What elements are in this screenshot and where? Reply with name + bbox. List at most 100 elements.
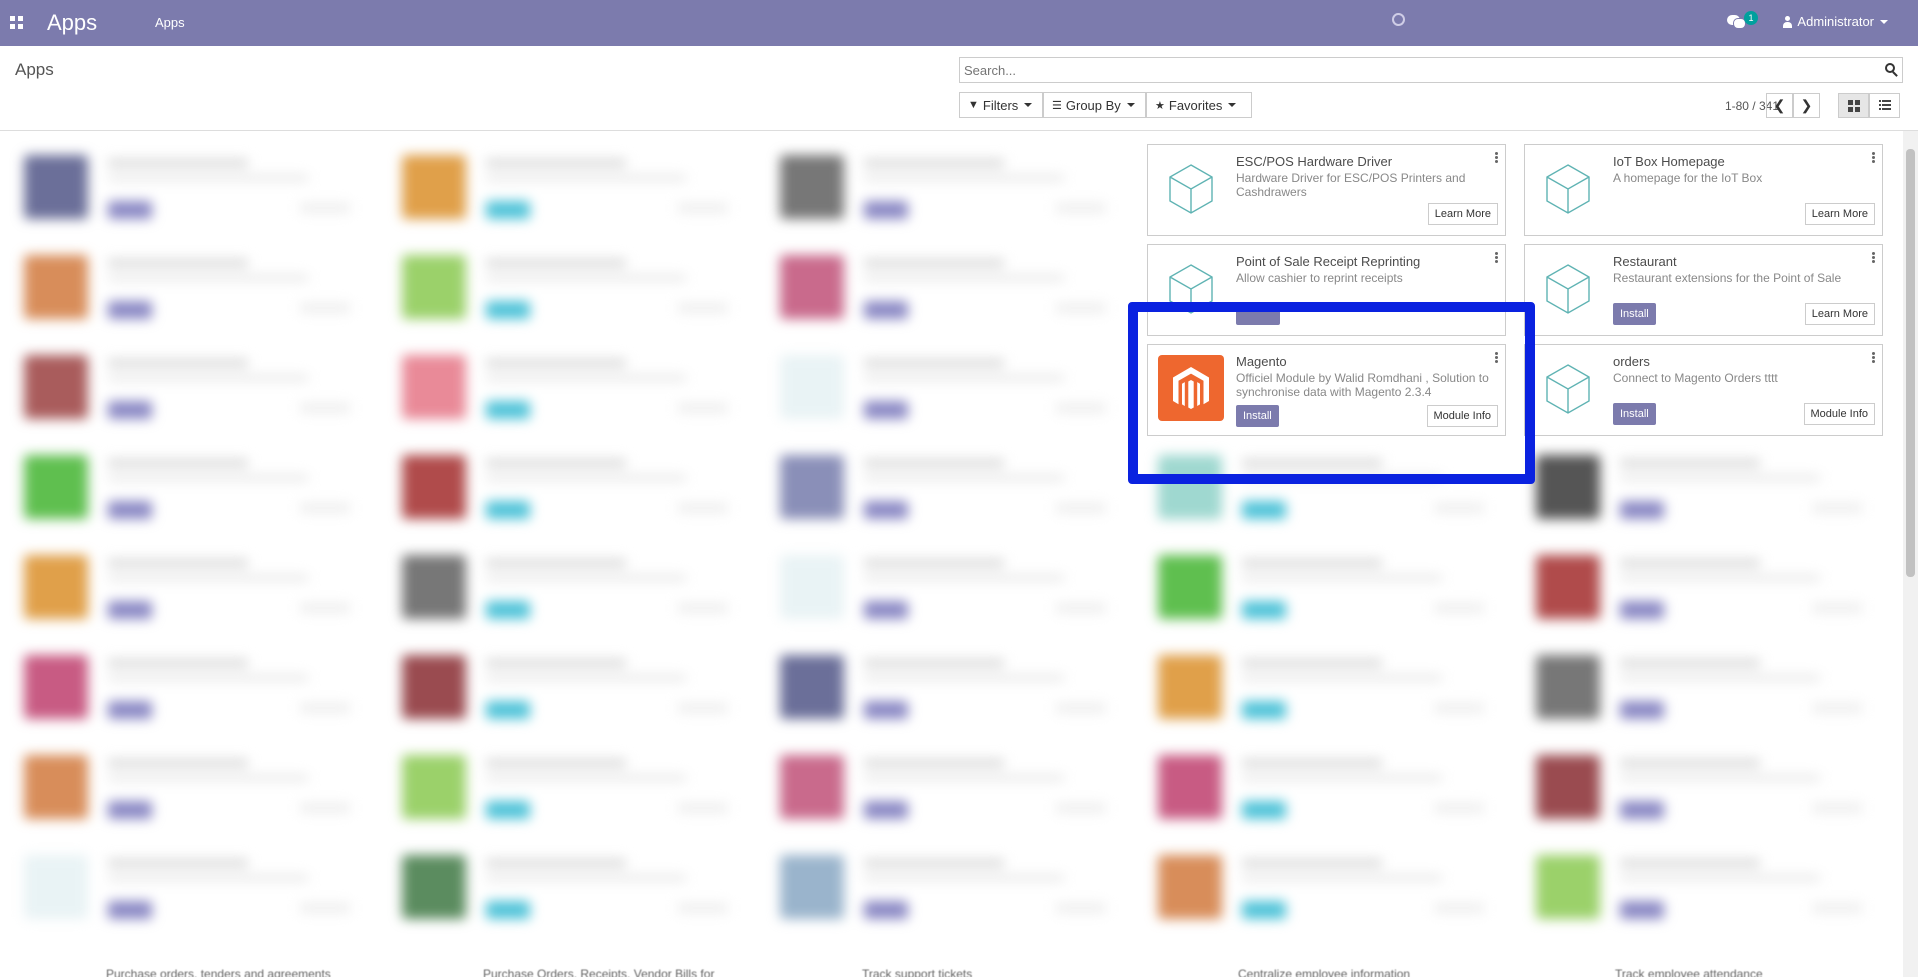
blurred-button [108, 501, 152, 519]
blurred-text [864, 759, 1004, 767]
search-icon[interactable] [1885, 63, 1895, 73]
blurred-button [1056, 603, 1106, 613]
blurred-button [1434, 603, 1484, 613]
blurred-text [1242, 875, 1442, 881]
notification-badge: 1 [1744, 11, 1758, 25]
blurred-card [388, 841, 748, 931]
blurred-button [300, 603, 350, 613]
kebab-menu-icon[interactable] [1872, 352, 1875, 363]
page-scrollbar[interactable] [1903, 131, 1918, 977]
messaging-chat-icon[interactable] [1727, 14, 1746, 29]
app-title: Magento [1236, 354, 1287, 369]
magento-logo [1158, 355, 1224, 421]
module-info-button[interactable]: Module Info [1803, 403, 1875, 425]
blurred-text [1620, 459, 1760, 467]
user-menu[interactable]: Administrator [1783, 14, 1888, 29]
learn-more-button[interactable]: Learn More [1427, 203, 1498, 225]
app-description: A homepage for the IoT Box [1613, 171, 1763, 185]
menu-item-apps[interactable]: Apps [155, 15, 185, 30]
blurred-text [1620, 775, 1820, 781]
install-button[interactable]: Install [1236, 405, 1279, 427]
favorites-label: Favorites [1168, 97, 1223, 113]
kanban-grid-icon [1847, 99, 1860, 112]
blurred-button [678, 503, 728, 513]
blurred-card-image [1158, 555, 1222, 619]
chevron-right-icon: ❯ [1800, 97, 1813, 113]
blurred-button [1242, 701, 1286, 719]
app-card-esc-pos[interactable]: ESC/POS Hardware Driver Hardware Driver … [1147, 144, 1506, 236]
blurred-button [108, 701, 152, 719]
blurred-card-image [780, 255, 844, 319]
navbar-right: 1 Administrator [1318, 0, 1918, 46]
app-card-restaurant[interactable]: Restaurant Restaurant extensions for the… [1524, 244, 1883, 336]
blurred-card-image [402, 855, 466, 919]
kebab-menu-icon[interactable] [1872, 252, 1875, 263]
install-button[interactable]: Install [1613, 403, 1656, 425]
blurred-text [1620, 859, 1760, 867]
blurred-card [10, 641, 370, 731]
blurred-card-image [402, 455, 466, 519]
group-by-button[interactable]: ☰ Group By [1043, 92, 1146, 118]
blurred-text [864, 675, 1064, 681]
app-card-magento[interactable]: Magento Officiel Module by Walid Romdhan… [1147, 344, 1506, 436]
pager-previous-button[interactable]: ❮ [1766, 93, 1793, 118]
blurred-text [486, 659, 626, 667]
blurred-card [10, 441, 370, 531]
app-card-pos-receipt-reprinting[interactable]: Point of Sale Receipt Reprinting Allow c… [1147, 244, 1506, 336]
blurred-button [1812, 803, 1862, 813]
kebab-menu-icon[interactable] [1495, 352, 1498, 363]
blurred-card-image [1158, 855, 1222, 919]
app-card-iot-box[interactable]: IoT Box Homepage A homepage for the IoT … [1524, 144, 1883, 236]
scrollbar-thumb[interactable] [1906, 149, 1915, 577]
blurred-text [1620, 559, 1760, 567]
blurred-card [388, 441, 748, 531]
filters-button[interactable]: ▼ Filters [959, 92, 1043, 118]
blurred-text [486, 475, 686, 481]
learn-more-button[interactable]: Learn More [1804, 203, 1875, 225]
blurred-button [864, 501, 908, 519]
app-menu-grid-icon[interactable] [10, 16, 23, 29]
blurred-text [108, 375, 308, 381]
blurred-button [678, 803, 728, 813]
kebab-menu-icon[interactable] [1495, 252, 1498, 263]
kanban-view-button[interactable] [1838, 93, 1869, 118]
blurred-text [1242, 559, 1382, 567]
blurred-button [108, 901, 152, 919]
blurred-card-image [1158, 655, 1222, 719]
blurred-text [1242, 575, 1442, 581]
install-button[interactable]: Install [1613, 303, 1656, 325]
blurred-text [1242, 659, 1382, 667]
blurred-text [864, 259, 1004, 267]
kebab-menu-icon[interactable] [1872, 152, 1875, 163]
blurred-button [1056, 503, 1106, 513]
star-icon: ★ [1155, 99, 1165, 112]
blurred-card-image [24, 655, 88, 719]
blurred-card-image [1158, 755, 1222, 819]
user-icon [1783, 15, 1793, 28]
blurred-text [486, 859, 626, 867]
search-input[interactable] [964, 59, 1864, 81]
favorites-button[interactable]: ★ Favorites [1146, 92, 1252, 118]
app-brand-title: Apps [47, 10, 98, 35]
blurred-button [300, 403, 350, 413]
blurred-card [10, 341, 370, 431]
group-by-icon: ☰ [1052, 99, 1062, 112]
list-view-button[interactable] [1869, 93, 1900, 118]
blurred-button [300, 903, 350, 913]
install-button[interactable] [1236, 303, 1280, 325]
blurred-card [10, 841, 370, 931]
blurred-text [864, 175, 1064, 181]
blurred-button [1620, 501, 1664, 519]
blurred-text [1242, 859, 1382, 867]
blurred-button [864, 401, 908, 419]
pager-next-button[interactable]: ❯ [1793, 93, 1820, 118]
blurred-card [766, 841, 1126, 931]
learn-more-button[interactable]: Learn More [1804, 303, 1875, 325]
module-info-button[interactable]: Module Info [1426, 405, 1498, 427]
blurred-text [486, 275, 686, 281]
kebab-menu-icon[interactable] [1495, 152, 1498, 163]
blurred-text [864, 659, 1004, 667]
blurred-text [108, 875, 308, 881]
activity-clock-icon[interactable] [1392, 13, 1405, 26]
app-card-orders[interactable]: orders Connect to Magento Orders tttt In… [1524, 344, 1883, 436]
